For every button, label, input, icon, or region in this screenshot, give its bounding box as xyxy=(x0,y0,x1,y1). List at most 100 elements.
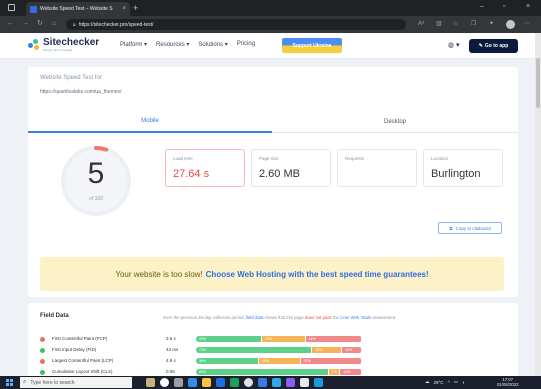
tray-chevron-icon[interactable]: ^ xyxy=(448,380,450,385)
scrollbar-thumb[interactable] xyxy=(536,58,540,108)
bar-segment-good: 70% xyxy=(196,347,313,353)
metric-label: Requests xyxy=(345,156,365,161)
copy-to-clipboard-button[interactable]: ⧉ Copy to clipboard xyxy=(438,222,502,234)
metric-location: Location Burlington xyxy=(423,149,503,187)
bar-segment-good: 40% xyxy=(196,336,263,342)
bar-segment-poor: 37% xyxy=(300,358,362,364)
tab-close-icon[interactable]: × xyxy=(122,6,126,12)
bar-segment-average: 25% xyxy=(259,358,301,364)
field-metric-name: First Contentful Paint (FCP) xyxy=(52,336,108,341)
nav-pricing[interactable]: Pricing xyxy=(237,41,255,48)
word-icon[interactable] xyxy=(216,378,225,387)
browser-tab-bar: Website Speed Test – Website S × + – ▫ × xyxy=(0,0,541,16)
collections-icon[interactable]: ❒ xyxy=(471,20,476,29)
file-explorer-icon[interactable] xyxy=(202,378,211,387)
page-scrollbar[interactable] xyxy=(535,33,541,376)
address-bar[interactable]: 🔒︎ https://sitechecker.pro/speed-test/ xyxy=(66,19,406,30)
metric-requests: Requests xyxy=(337,149,417,187)
sitechecker-logo[interactable]: Sitechecker Simply rank in Google xyxy=(28,38,99,52)
back-icon[interactable]: ← xyxy=(7,19,14,29)
nav-solutions[interactable]: Solutions ▾ xyxy=(198,41,227,48)
field-data-title: Field Data xyxy=(40,313,69,319)
temperature[interactable]: 29°C xyxy=(434,380,444,385)
go-to-app-button[interactable]: ✎ Go to app xyxy=(469,39,518,53)
browser-toolbar: ← → ↻ ⌂ 🔒︎ https://sitechecker.pro/speed… xyxy=(0,16,541,33)
forward-icon[interactable]: → xyxy=(22,19,29,29)
banner-hosting-link[interactable]: Choose Web Hosting with the best speed t… xyxy=(206,270,429,279)
more-menu-icon[interactable]: ⋯ xyxy=(524,20,530,29)
window-menu-icon[interactable] xyxy=(8,4,15,11)
logo-name: Sitechecker xyxy=(43,37,100,48)
status-dot-icon xyxy=(40,370,45,375)
store-icon[interactable] xyxy=(272,378,281,387)
field-data-description: Over the previous 28-day collection peri… xyxy=(163,315,396,320)
teams-icon[interactable] xyxy=(286,378,295,387)
new-tab-button[interactable]: + xyxy=(133,2,138,14)
home-icon[interactable]: ⌂ xyxy=(52,19,56,29)
slow-website-banner: Your website is too slow! Choose Web Hos… xyxy=(40,257,504,291)
language-globe-icon[interactable]: ◍ ▾ xyxy=(448,41,460,49)
tab-title: Website Speed Test – Website S xyxy=(40,6,113,12)
desc-text: shows that this page xyxy=(264,315,304,320)
score-gauge: 5 of 100 xyxy=(60,145,132,217)
extensions-icon[interactable]: ✦ xyxy=(489,20,494,29)
browser-tab-speed-test[interactable]: Website Speed Test – Website S × xyxy=(26,2,130,16)
desc-text: assessment. xyxy=(372,315,397,320)
metric-label: Load time xyxy=(173,156,193,161)
favicon-icon xyxy=(30,5,37,13)
core-web-vitals-link[interactable]: Core Web Vitals xyxy=(340,315,371,320)
weather-icon[interactable]: ☁ xyxy=(425,379,430,385)
cortana-icon[interactable] xyxy=(160,378,169,387)
field-metric-name: Largest Contentful Paint (LCP) xyxy=(52,358,114,363)
volume-icon[interactable]: ◖ xyxy=(462,380,465,385)
clock-date: 01/06/2022 xyxy=(497,382,519,387)
favorite-icon[interactable]: ☆ xyxy=(453,20,458,29)
address-url: https://sitechecker.pro/speed-test/ xyxy=(78,21,154,28)
support-ukraine-button[interactable]: Support Ukraine xyxy=(282,38,342,53)
lock-icon: 🔒︎ xyxy=(73,21,76,28)
maximize-button[interactable]: ▫ xyxy=(503,2,505,12)
copy-label: Copy to clipboard xyxy=(455,225,491,231)
edge-icon[interactable] xyxy=(188,378,197,387)
bar-segment-poor: 13% xyxy=(340,369,362,375)
field-metric-value: 0.06 xyxy=(166,369,175,374)
field-data-row: First Contentful Paint (FCP) 3.6 s 40% 26% 3… xyxy=(40,335,510,344)
bar-segment-good: 80% xyxy=(196,369,329,375)
distribution-bar: 38% 25% 37% xyxy=(196,358,362,364)
taskbar-clock[interactable]: 17:07 01/06/2022 xyxy=(497,377,519,387)
site-header: Sitechecker Simply rank in Google Platfo… xyxy=(0,33,535,59)
status-dot-icon xyxy=(40,337,45,342)
system-tray: ☁ 29°C ^ ▭ ◖ xyxy=(425,379,465,385)
mail-icon[interactable] xyxy=(258,378,267,387)
app-icon[interactable] xyxy=(314,378,323,387)
nav-resources[interactable]: Resources ▾ xyxy=(156,41,189,48)
metric-value: 2.60 MB xyxy=(259,168,300,180)
app-icon[interactable] xyxy=(300,378,309,387)
speed-test-title: Website Speed Test for xyxy=(40,75,102,81)
windows-start-icon[interactable] xyxy=(6,379,13,386)
main-nav: Platform ▾ Resources ▾ Solutions ▾ Prici… xyxy=(120,41,255,48)
chrome-icon[interactable] xyxy=(244,378,253,387)
reload-icon[interactable]: ↻ xyxy=(37,19,43,29)
banner-text: Your website is too slow! xyxy=(115,269,203,279)
copy-icon: ⧉ xyxy=(449,225,453,231)
minimize-button[interactable]: – xyxy=(480,2,484,12)
tab-mobile[interactable]: Mobile xyxy=(28,111,272,133)
metric-value: 27.64 s xyxy=(173,168,210,180)
profile-avatar[interactable] xyxy=(506,20,515,29)
taskbar-search[interactable]: ⌕ Type here to search xyxy=(20,377,132,388)
nav-platform[interactable]: Platform ▾ xyxy=(120,41,147,48)
network-icon[interactable]: ▭ xyxy=(454,379,458,385)
widget-app-icon[interactable] xyxy=(146,378,155,387)
read-aloud-icon[interactable]: Aᵃ xyxy=(418,20,424,29)
reader-icon[interactable]: ▥ xyxy=(436,20,442,29)
field-data-link[interactable]: field data xyxy=(246,315,263,320)
tab-desktop[interactable]: Desktop xyxy=(272,111,518,133)
close-window-button[interactable]: × xyxy=(526,2,530,12)
field-data-row: First Input Delay (FID) 42 ms 70% 18% 12% xyxy=(40,346,510,355)
bar-segment-poor: 34% xyxy=(305,336,362,342)
page-viewport: Sitechecker Simply rank in Google Platfo… xyxy=(0,33,541,376)
tested-url: https://quanticalabs.com/ua_themes/ xyxy=(40,89,122,95)
excel-icon[interactable] xyxy=(230,378,239,387)
task-view-icon[interactable] xyxy=(174,378,183,387)
